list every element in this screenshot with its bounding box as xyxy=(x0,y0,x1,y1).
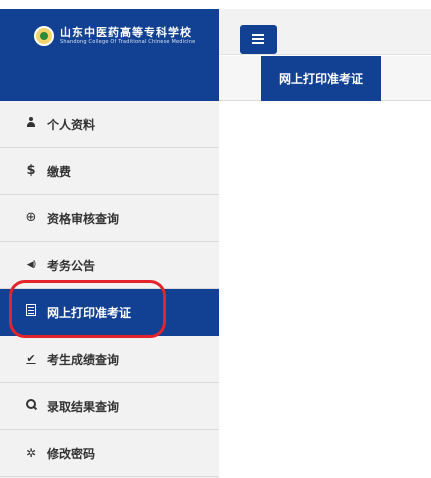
main-content: 网上打印准考证 xyxy=(219,9,431,478)
gear-icon: ✲ xyxy=(25,446,37,460)
content-panel xyxy=(219,101,431,478)
sidebar: 山东中医药高等专科学校 Shandong College Of Traditio… xyxy=(0,9,219,478)
sidebar-item-print-admission-ticket[interactable]: 网上打印准考证 xyxy=(0,289,219,336)
sidebar-item-admission-results[interactable]: 录取结果查询 xyxy=(0,383,219,430)
check-underline-icon: ✔ xyxy=(26,352,36,365)
hamburger-menu-icon xyxy=(252,34,264,36)
top-toolbar xyxy=(219,9,431,55)
school-logo[interactable]: 山东中医药高等专科学校 Shandong College Of Traditio… xyxy=(34,25,195,47)
search-icon xyxy=(24,398,38,414)
sidebar-item-label: 个人资料 xyxy=(47,117,96,132)
sidebar-item-payment[interactable]: $ 缴费 xyxy=(0,148,219,195)
sidebar-item-label: 资格审核查询 xyxy=(47,211,120,226)
user-icon xyxy=(24,117,38,131)
sidebar-item-label: 修改密码 xyxy=(47,446,96,461)
sidebar-item-change-password[interactable]: ✲ 修改密码 xyxy=(0,430,219,477)
school-emblem-icon xyxy=(34,26,54,46)
sidebar-item-profile[interactable]: 个人资料 xyxy=(0,101,219,148)
volume-icon: ◀) xyxy=(26,260,36,270)
sidebar-item-label: 网上打印准考证 xyxy=(47,305,132,320)
tab-print-admission-ticket[interactable]: 网上打印准考证 xyxy=(261,56,381,101)
sidebar-item-exam-notices[interactable]: ◀) 考务公告 xyxy=(0,242,219,289)
sidebar-toggle-button[interactable] xyxy=(240,25,277,54)
school-name: 山东中医药高等专科学校 Shandong College Of Traditio… xyxy=(60,25,196,46)
school-name-cn: 山东中医药高等专科学校 xyxy=(60,25,192,39)
dollar-icon: $ xyxy=(26,163,36,178)
zoom-in-icon: ⊕ xyxy=(25,210,37,225)
sidebar-item-label: 考生成绩查询 xyxy=(47,352,120,367)
brand-header: 山东中医药高等专科学校 Shandong College Of Traditio… xyxy=(0,9,219,101)
tab-bar: 网上打印准考证 xyxy=(219,56,431,101)
sidebar-item-score-query[interactable]: ✔ 考生成绩查询 xyxy=(0,336,219,383)
sidebar-item-qualification-review[interactable]: ⊕ 资格审核查询 xyxy=(0,195,219,242)
top-strip xyxy=(0,0,431,9)
sidebar-item-label: 录取结果查询 xyxy=(47,399,120,414)
school-name-en: Shandong College Of Traditional Chinese … xyxy=(60,38,196,45)
sidebar-item-label: 考务公告 xyxy=(47,258,96,273)
sidebar-menu: 个人资料 $ 缴费 ⊕ 资格审核查询 ◀) 考务公告 网上打印准考证 ✔ 考生成… xyxy=(0,101,219,477)
file-list-icon xyxy=(24,304,38,320)
sidebar-item-label: 缴费 xyxy=(47,164,72,179)
